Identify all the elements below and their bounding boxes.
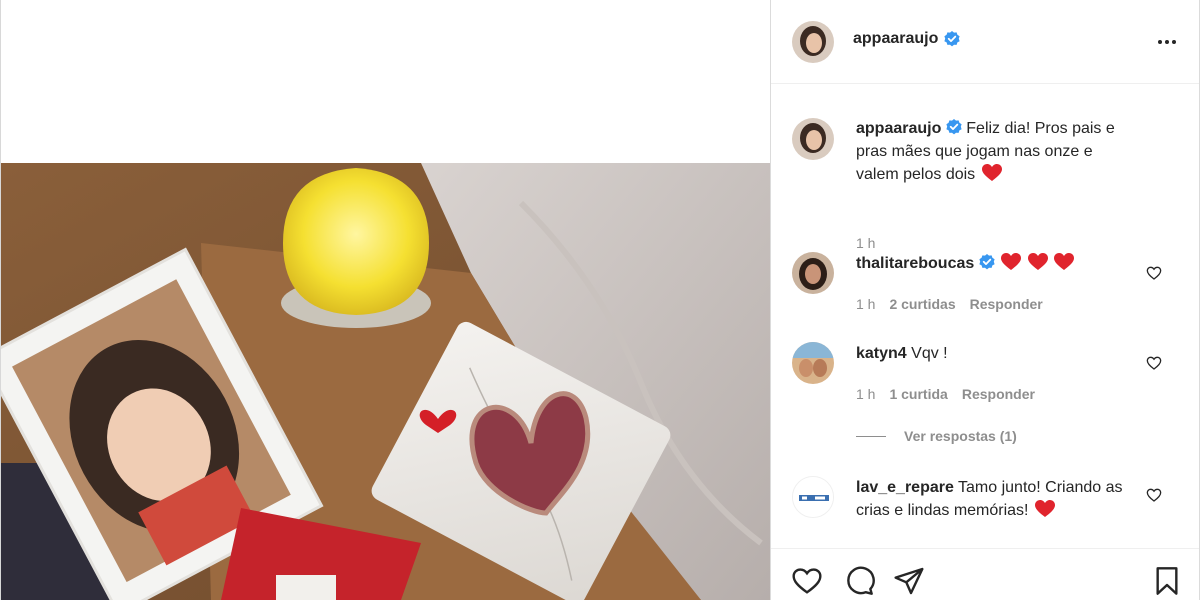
- post-header: appaaraujo: [771, 0, 1199, 84]
- comment-likes[interactable]: 1 curtida: [889, 386, 947, 402]
- author-avatar[interactable]: [792, 21, 834, 63]
- replies-divider: [856, 435, 886, 437]
- view-replies-button[interactable]: Ver respostas (1): [856, 428, 1017, 444]
- heart-outline-icon[interactable]: [791, 565, 823, 597]
- more-options-icon[interactable]: [1155, 30, 1179, 54]
- bookmark-icon[interactable]: [1151, 565, 1183, 597]
- verified-badge-icon: [944, 31, 960, 47]
- red-heart-emoji: [1034, 500, 1055, 518]
- media-pane: [0, 0, 770, 600]
- red-heart-emoji: [1054, 253, 1075, 271]
- comment-meta: 1 h 1 curtida Responder: [856, 386, 1035, 402]
- reply-button[interactable]: Responder: [970, 296, 1043, 312]
- caption-meta: 1 h: [856, 235, 875, 251]
- caption-time: 1 h: [856, 235, 876, 251]
- commenter-avatar[interactable]: [792, 342, 834, 384]
- comment-time: 1 h: [856, 386, 876, 402]
- comment-username[interactable]: lav_e_repare: [856, 479, 954, 496]
- caption-body: appaaraujo Feliz dia! Pros pais e pras m…: [856, 117, 1136, 186]
- verified-badge-icon: [946, 119, 962, 135]
- caption-username[interactable]: appaaraujo: [856, 120, 941, 137]
- send-icon[interactable]: [893, 565, 925, 597]
- post-sidebar: appaaraujo appaaraujo Feliz dia! Pros pa…: [770, 0, 1200, 600]
- comment-time: 1 h: [856, 296, 876, 312]
- author-username-row: appaaraujo: [853, 30, 960, 48]
- comment-body: thalitareboucas: [856, 252, 1136, 275]
- author-username[interactable]: appaaraujo: [853, 30, 938, 48]
- comment-icon[interactable]: [843, 565, 875, 597]
- comment-like-icon[interactable]: [1146, 355, 1162, 371]
- comment-like-icon[interactable]: [1146, 265, 1162, 281]
- post-action-bar: [771, 548, 1199, 600]
- red-heart-emoji: [981, 164, 1002, 182]
- comment-body: katyn4 Vqv !: [856, 342, 1136, 365]
- comment-like-icon[interactable]: [1146, 487, 1162, 503]
- comment-text: Vqv !: [911, 345, 948, 362]
- caption-avatar[interactable]: [792, 118, 834, 160]
- post-photo[interactable]: [1, 163, 770, 600]
- comment-body: lav_e_repare Tamo junto! Criando as cria…: [856, 476, 1136, 522]
- comment-username[interactable]: katyn4: [856, 345, 907, 362]
- commenter-avatar[interactable]: [792, 476, 834, 518]
- comment-likes[interactable]: 2 curtidas: [889, 296, 955, 312]
- red-heart-emoji: [1001, 253, 1022, 271]
- comment-meta: 1 h 2 curtidas Responder: [856, 296, 1043, 312]
- verified-badge-icon: [979, 254, 995, 270]
- comment-username[interactable]: thalitareboucas: [856, 255, 974, 272]
- comments-list: appaaraujo Feliz dia! Pros pais e pras m…: [771, 85, 1199, 548]
- view-replies-label: Ver respostas (1): [904, 428, 1017, 444]
- red-heart-emoji: [1027, 253, 1048, 271]
- reply-button[interactable]: Responder: [962, 386, 1035, 402]
- commenter-avatar[interactable]: [792, 252, 834, 294]
